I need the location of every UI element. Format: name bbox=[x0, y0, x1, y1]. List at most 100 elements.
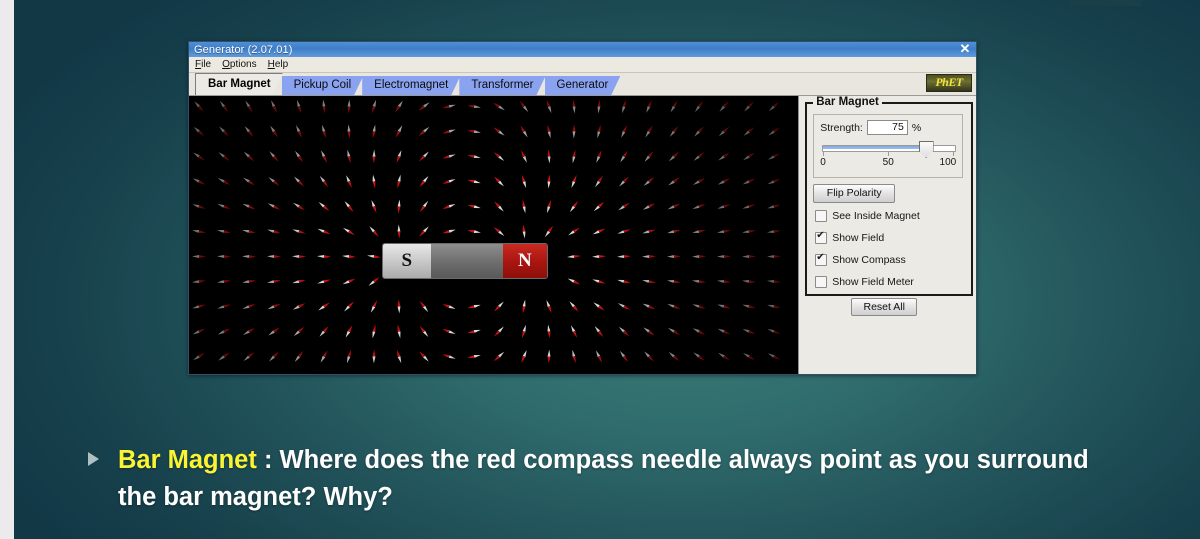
field-needle bbox=[318, 325, 329, 338]
field-needle bbox=[667, 254, 681, 257]
field-needle bbox=[467, 153, 481, 159]
field-needle bbox=[372, 349, 375, 363]
field-needle bbox=[768, 100, 780, 112]
menu-item-help[interactable]: Help bbox=[268, 59, 289, 70]
magnet-north-label: N bbox=[517, 250, 532, 271]
play-area[interactable]: S N bbox=[189, 96, 799, 374]
bar-magnet-control-group: Bar Magnet Strength: 75 % 0 50 100 Flip … bbox=[805, 96, 974, 296]
field-needle bbox=[192, 351, 205, 361]
field-needle bbox=[742, 203, 756, 210]
field-needle bbox=[596, 124, 602, 138]
tab-pickup-coil[interactable]: Pickup Coil bbox=[282, 76, 364, 95]
field-needle bbox=[595, 349, 604, 363]
menu-item-file[interactable]: File bbox=[195, 59, 211, 70]
field-needle bbox=[618, 175, 630, 187]
field-needle bbox=[267, 278, 281, 284]
field-needle bbox=[442, 202, 456, 210]
field-needle bbox=[618, 325, 630, 337]
tab-bar-magnet[interactable]: Bar Magnet bbox=[195, 73, 283, 95]
field-needle bbox=[767, 279, 781, 283]
checkbox-label: Show Field bbox=[832, 232, 885, 244]
field-needle bbox=[692, 302, 706, 309]
window-titlebar: Generator (2.07.01) ✕ bbox=[189, 42, 976, 57]
checkbox-show-compass[interactable]: Show Compass bbox=[815, 252, 906, 266]
control-group-title: Bar Magnet bbox=[813, 96, 882, 108]
field-needle bbox=[371, 124, 376, 138]
close-icon[interactable]: ✕ bbox=[957, 42, 973, 57]
field-needle bbox=[692, 351, 705, 362]
phet-logo[interactable]: PhET bbox=[926, 74, 972, 92]
field-needle bbox=[742, 327, 756, 335]
field-needle bbox=[545, 99, 553, 113]
field-needle bbox=[767, 228, 781, 233]
field-needle bbox=[717, 327, 731, 336]
field-needle bbox=[643, 150, 654, 163]
field-needle bbox=[396, 174, 402, 188]
tab-transformer[interactable]: Transformer bbox=[459, 76, 545, 95]
field-needle bbox=[292, 301, 306, 310]
checkbox-label: Show Compass bbox=[832, 254, 906, 266]
simulation-window: Generator (2.07.01) ✕ File Options Help … bbox=[188, 41, 977, 375]
reset-all-button[interactable]: Reset All bbox=[851, 298, 918, 316]
field-needle bbox=[642, 228, 656, 235]
field-needle bbox=[217, 326, 231, 335]
field-needle bbox=[442, 228, 456, 235]
field-needle bbox=[192, 303, 206, 310]
field-needle bbox=[397, 199, 401, 213]
field-needle bbox=[294, 149, 304, 162]
checkbox-show-field-meter[interactable]: Show Field Meter bbox=[815, 276, 914, 288]
field-needle bbox=[620, 124, 628, 138]
field-needle bbox=[520, 149, 529, 163]
field-needle bbox=[692, 176, 706, 186]
field-needle bbox=[344, 324, 353, 338]
field-needle bbox=[467, 128, 481, 134]
top-decoration-band bbox=[1070, 0, 1142, 6]
tab-electromagnet[interactable]: Electromagnet bbox=[362, 76, 460, 95]
caption-text: Bar Magnet : Where does the red compass … bbox=[88, 442, 1118, 516]
field-needle bbox=[519, 100, 530, 113]
field-needle bbox=[493, 300, 505, 312]
strength-input[interactable]: 75 bbox=[866, 120, 908, 135]
flip-polarity-button[interactable]: Flip Polarity bbox=[813, 184, 896, 203]
field-needle bbox=[217, 176, 231, 186]
field-needle bbox=[442, 128, 456, 135]
field-needle bbox=[244, 99, 254, 113]
field-needle bbox=[569, 199, 580, 212]
checkbox-see-inside-magnet[interactable]: See Inside Magnet bbox=[815, 210, 920, 222]
field-needle bbox=[767, 177, 781, 185]
field-needle bbox=[442, 327, 456, 335]
strength-slider[interactable] bbox=[822, 141, 957, 158]
field-needle bbox=[570, 174, 578, 188]
tab-generator[interactable]: Generator bbox=[545, 76, 621, 95]
control-panel: Bar Magnet Strength: 75 % 0 50 100 Flip … bbox=[798, 96, 976, 374]
menu-item-options[interactable]: Options bbox=[222, 59, 256, 70]
field-needle bbox=[643, 175, 656, 186]
field-needle bbox=[493, 200, 505, 212]
field-needle bbox=[667, 302, 681, 310]
field-needle bbox=[520, 174, 527, 188]
field-needle bbox=[567, 254, 581, 258]
field-needle bbox=[717, 202, 731, 209]
field-needle bbox=[547, 349, 551, 363]
field-needle bbox=[546, 199, 553, 213]
field-needle bbox=[742, 151, 755, 161]
field-needle bbox=[493, 175, 505, 187]
field-needle bbox=[442, 177, 456, 185]
field-needle bbox=[242, 202, 256, 210]
field-needle bbox=[544, 224, 555, 237]
bar-magnet[interactable]: S N bbox=[382, 243, 548, 279]
field-needle bbox=[667, 326, 681, 336]
field-needle bbox=[319, 349, 328, 363]
field-needle bbox=[321, 124, 328, 138]
field-needle bbox=[319, 174, 330, 187]
field-needle bbox=[547, 149, 551, 163]
field-needle bbox=[642, 201, 656, 210]
field-needle bbox=[418, 350, 430, 362]
checkbox-show-field[interactable]: Show Field bbox=[815, 230, 885, 244]
field-needle bbox=[767, 327, 781, 335]
field-needle bbox=[717, 151, 730, 162]
field-needle bbox=[343, 200, 354, 213]
field-needle bbox=[292, 278, 306, 284]
field-needle bbox=[492, 126, 505, 137]
field-needle bbox=[592, 277, 606, 284]
